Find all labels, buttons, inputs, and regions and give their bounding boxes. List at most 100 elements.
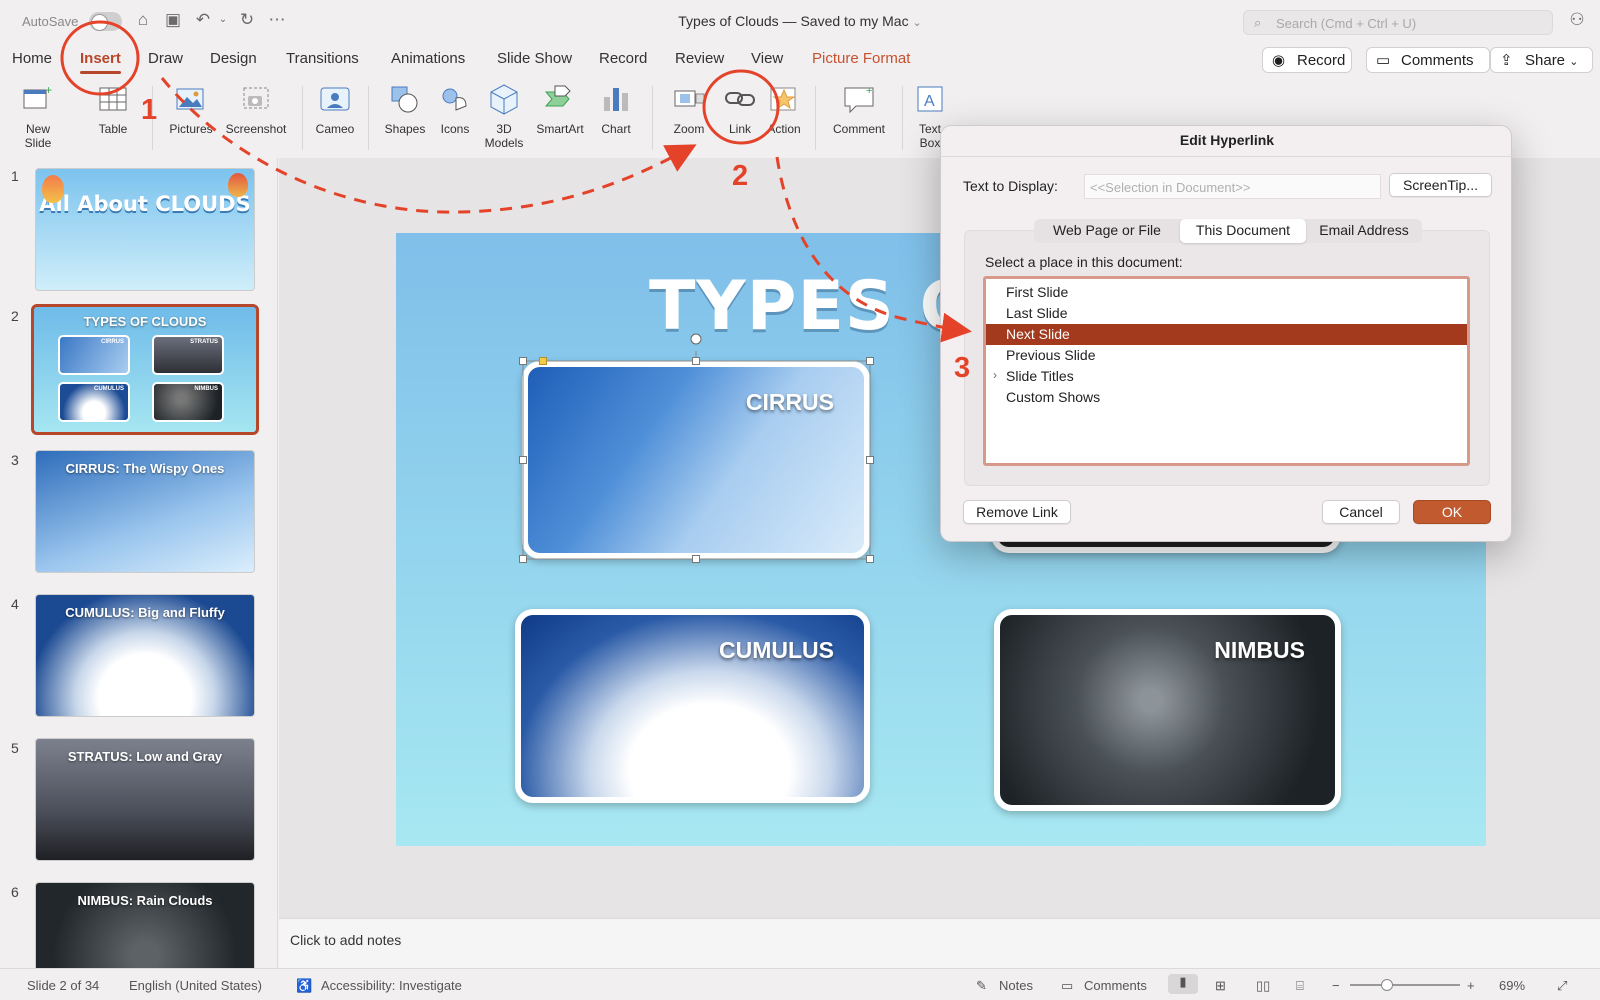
pictures-icon [176, 88, 204, 110]
resize-handle[interactable] [519, 357, 527, 365]
link-button[interactable]: Link [718, 82, 762, 136]
thumbnail-slide-2[interactable]: TYPES OF CLOUDS CIRRUS STRATUS CUMULUS N… [31, 304, 259, 435]
thumbnail-caption: STRATUS: Low and Gray [67, 749, 223, 764]
tab-slide-show[interactable]: Slide Show [497, 50, 572, 67]
tab-email-address[interactable]: Email Address [1308, 219, 1420, 243]
ribbon-separator [302, 86, 303, 150]
comments-toggle[interactable]: Comments [1084, 978, 1147, 993]
action-button[interactable]: Action [762, 82, 806, 136]
tab-draw[interactable]: Draw [148, 50, 183, 67]
hot-air-balloon-icon [228, 173, 248, 197]
notes-toggle[interactable]: Notes [999, 978, 1033, 993]
tab-web-page-or-file[interactable]: Web Page or File [1036, 219, 1178, 243]
resize-handle[interactable] [519, 555, 527, 563]
thumbnail-number: 3 [11, 452, 19, 468]
accessibility-status[interactable]: Accessibility: Investigate [321, 978, 462, 993]
search-input[interactable]: ⌕ Search (Cmd + Ctrl + U) [1243, 10, 1553, 35]
text-to-display-field[interactable]: <<Selection in Document>> [1084, 174, 1381, 199]
reading-view-icon[interactable]: ▯▯ [1256, 978, 1270, 994]
resize-handle[interactable] [519, 456, 527, 464]
slide-count: Slide 2 of 34 [27, 978, 100, 993]
adjust-handle[interactable] [539, 357, 547, 365]
thumbnail-caption: CIRRUS: The Wispy Ones [65, 461, 225, 476]
share-button[interactable]: ⇪ Share ⌄ [1490, 47, 1593, 73]
normal-view-icon[interactable]: ▮ [1168, 974, 1198, 994]
step-1-marker: 1 [141, 94, 158, 126]
zoom-in-icon[interactable]: + [1467, 978, 1475, 993]
select-place-label: Select a place in this document: [985, 254, 1183, 270]
dialog-divider [941, 156, 1513, 157]
tab-design[interactable]: Design [210, 50, 257, 67]
shapes-icon [391, 86, 418, 113]
svg-text:+: + [45, 83, 52, 97]
list-item-last-slide[interactable]: Last Slide [986, 303, 1467, 324]
resize-handle[interactable] [692, 357, 700, 365]
screenshot-button[interactable]: Screenshot [221, 82, 291, 136]
tab-picture-format[interactable]: Picture Format [812, 50, 910, 67]
share-people-icon[interactable]: ⚇ [1566, 9, 1588, 31]
ok-button[interactable]: OK [1413, 500, 1491, 524]
3d-models-button[interactable]: 3D Models [479, 82, 529, 150]
thumbnail-number: 5 [11, 740, 19, 756]
screentip-button[interactable]: ScreenTip... [1389, 173, 1492, 197]
cameo-button[interactable]: Cameo [312, 82, 358, 136]
disclosure-chevron-icon[interactable]: › [993, 368, 997, 382]
list-item-custom-shows[interactable]: Custom Shows [986, 387, 1467, 408]
slide-show-icon[interactable]: ⌸ [1296, 978, 1304, 994]
comments-button[interactable]: ▭ Comments [1366, 47, 1490, 73]
tab-transitions[interactable]: Transitions [286, 50, 359, 67]
table-icon [99, 87, 127, 111]
zoom-out-icon[interactable]: − [1332, 978, 1340, 993]
list-item-next-slide[interactable]: Next Slide [986, 324, 1467, 345]
fit-to-window-icon[interactable]: ⤢ [1557, 978, 1567, 994]
remove-link-button[interactable]: Remove Link [963, 500, 1071, 524]
step-3-marker: 3 [954, 352, 971, 384]
tab-record[interactable]: Record [599, 50, 647, 67]
tab-this-document[interactable]: This Document [1180, 219, 1306, 243]
slide-sorter-icon[interactable]: ⊞ [1215, 978, 1226, 994]
mini-cirrus-image: CIRRUS [58, 335, 130, 375]
zoom-button[interactable]: Zoom [664, 82, 714, 136]
record-button[interactable]: ◉ Record [1262, 47, 1352, 73]
ribbon-separator [368, 86, 369, 150]
slide-thumbnails-pane[interactable]: 1 All About CLOUDS 2 TYPES OF CLOUDS CIR… [0, 158, 278, 968]
resize-handle[interactable] [866, 456, 874, 464]
tab-home[interactable]: Home [12, 50, 52, 67]
zoom-level[interactable]: 69% [1499, 978, 1525, 993]
thumbnail-slide-4[interactable]: CUMULUS: Big and Fluffy [35, 594, 255, 717]
tab-insert[interactable]: Insert [80, 50, 121, 74]
zoom-slider[interactable] [1350, 984, 1460, 986]
smartart-button[interactable]: SmartArt [532, 82, 588, 136]
mini-cumulus-image: CUMULUS [58, 382, 130, 422]
cancel-button[interactable]: Cancel [1322, 500, 1400, 524]
comment-button[interactable]: + Comment [826, 82, 892, 136]
status-bar: Slide 2 of 34 English (United States) ♿ … [0, 968, 1600, 1000]
dialog-title: Edit Hyperlink [1179, 132, 1275, 148]
language-indicator[interactable]: English (United States) [129, 978, 262, 993]
notes-icon: ✎ [976, 978, 987, 993]
pictures-button[interactable]: Pictures [165, 82, 217, 136]
zoom-slider-thumb[interactable] [1381, 979, 1393, 991]
shapes-button[interactable]: Shapes [380, 82, 430, 136]
list-item-first-slide[interactable]: First Slide [986, 282, 1467, 303]
list-item-previous-slide[interactable]: Previous Slide [986, 345, 1467, 366]
table-button[interactable]: Table [88, 82, 138, 136]
resize-handle[interactable] [692, 555, 700, 563]
icons-button[interactable]: Icons [434, 82, 476, 136]
title-bar: AutoSave ⌂ ▣ ↶ ⌄ ↻ ⋯ Types of Clouds — S… [0, 0, 1600, 42]
thumbnail-slide-6[interactable]: NIMBUS: Rain Clouds [35, 882, 255, 968]
new-slide-button[interactable]: + New Slide [14, 82, 62, 150]
thumbnail-slide-1[interactable]: All About CLOUDS [35, 168, 255, 291]
notes-pane[interactable]: Click to add notes [279, 918, 1600, 968]
tab-animations[interactable]: Animations [391, 50, 465, 67]
chart-button[interactable]: Chart [592, 82, 640, 136]
resize-handle[interactable] [866, 357, 874, 365]
thumbnail-caption: NIMBUS: Rain Clouds [77, 893, 213, 908]
thumbnail-slide-5[interactable]: STRATUS: Low and Gray [35, 738, 255, 861]
list-item-slide-titles[interactable]: › Slide Titles [986, 366, 1467, 387]
tab-view[interactable]: View [751, 50, 783, 67]
resize-handle[interactable] [866, 555, 874, 563]
thumbnail-slide-3[interactable]: CIRRUS: The Wispy Ones [35, 450, 255, 573]
document-places-list[interactable]: First Slide Last Slide Next Slide Previo… [983, 276, 1470, 466]
tab-review[interactable]: Review [675, 50, 724, 67]
